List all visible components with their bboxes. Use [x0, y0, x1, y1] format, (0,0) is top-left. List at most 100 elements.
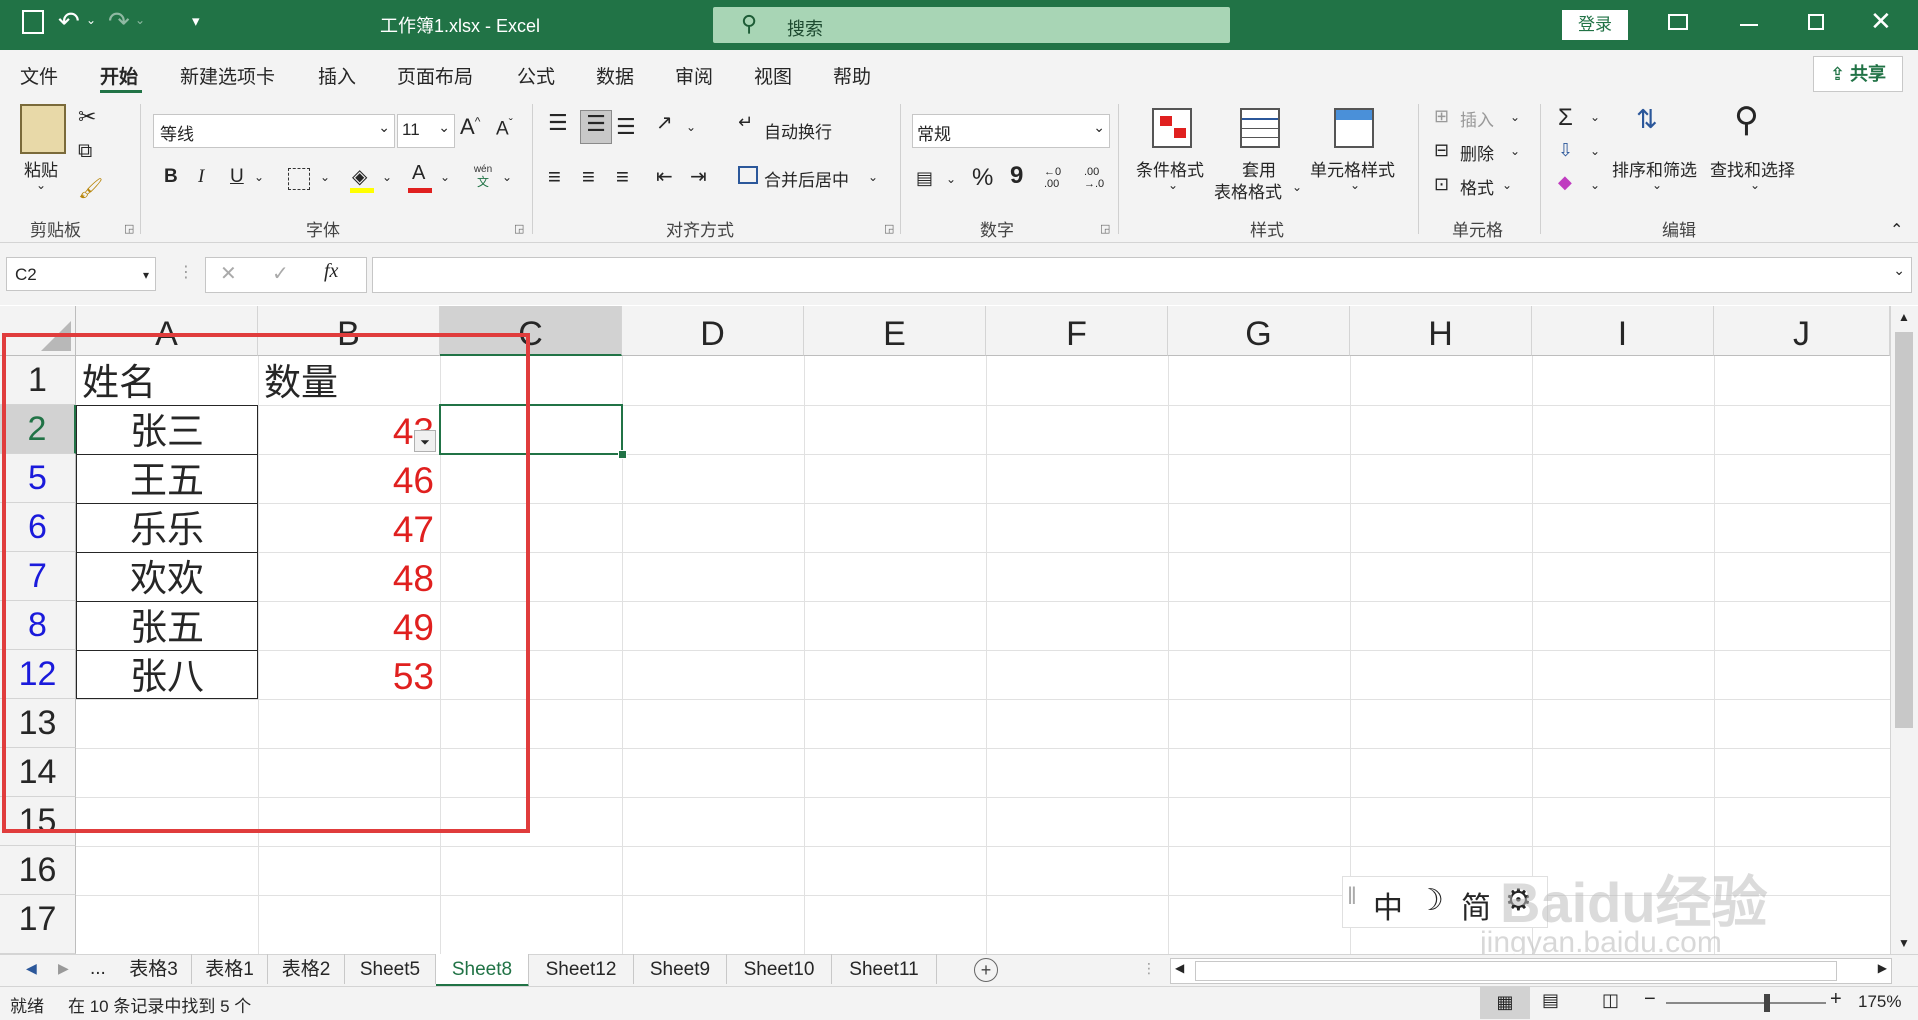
- align-left-icon[interactable]: ≡: [548, 164, 561, 190]
- increase-decimal-button[interactable]: ←0.00: [1044, 166, 1061, 190]
- chevron-down-icon[interactable]: ⌄: [36, 178, 46, 192]
- redo-icon[interactable]: ↷: [108, 6, 130, 37]
- vertical-scrollbar[interactable]: ▲ ▼: [1890, 306, 1918, 954]
- chevron-down-icon[interactable]: ⌄: [868, 170, 878, 184]
- tab-insert[interactable]: 插入: [318, 62, 356, 89]
- tab-review[interactable]: 审阅: [675, 62, 713, 89]
- ime-moon-icon[interactable]: ☽: [1417, 883, 1444, 918]
- decrease-font-button[interactable]: Aˇ: [496, 116, 513, 140]
- scroll-thumb[interactable]: [1895, 332, 1913, 728]
- merge-center-icon[interactable]: [738, 166, 758, 184]
- scroll-left-icon[interactable]: ◀: [26, 960, 37, 977]
- dialog-launcher-icon[interactable]: ◲: [124, 222, 134, 235]
- cut-icon[interactable]: ✂: [78, 104, 96, 130]
- tab-file[interactable]: 文件: [20, 62, 58, 89]
- chevron-down-icon[interactable]: ⌄: [1168, 178, 1178, 192]
- ime-simplified-mode[interactable]: 简: [1461, 883, 1491, 927]
- align-middle-icon[interactable]: ☰: [580, 110, 612, 144]
- column-header-g[interactable]: G: [1168, 306, 1350, 356]
- fill-handle[interactable]: [618, 450, 627, 459]
- increase-indent-icon[interactable]: ⇥: [690, 164, 707, 189]
- zoom-in-button[interactable]: +: [1830, 988, 1842, 1011]
- align-center-icon[interactable]: ≡: [582, 164, 595, 190]
- zoom-slider-thumb[interactable]: [1764, 994, 1770, 1012]
- collapse-ribbon-icon[interactable]: ⌃: [1890, 220, 1903, 240]
- normal-view-icon[interactable]: ▦: [1480, 986, 1530, 1019]
- italic-button[interactable]: I: [198, 166, 204, 188]
- formula-input[interactable]: ⌄: [372, 257, 1912, 293]
- enter-icon[interactable]: ✓: [272, 261, 289, 286]
- insert-cells-button[interactable]: 插入: [1460, 106, 1494, 131]
- ime-handle-icon[interactable]: ‖: [1347, 883, 1357, 911]
- tab-data[interactable]: 数据: [596, 62, 634, 89]
- share-button[interactable]: ⇪ 共享: [1813, 56, 1903, 92]
- find-select-icon[interactable]: ⚲: [1734, 100, 1759, 140]
- zoom-slider[interactable]: [1666, 1002, 1826, 1004]
- tab-new[interactable]: 新建选项卡: [180, 62, 275, 89]
- column-header-h[interactable]: H: [1350, 306, 1532, 356]
- column-header-f[interactable]: F: [986, 306, 1168, 356]
- column-header-e[interactable]: E: [804, 306, 986, 356]
- restore-icon[interactable]: [1808, 14, 1824, 30]
- column-header-i[interactable]: I: [1532, 306, 1714, 356]
- conditional-format-icon[interactable]: [1152, 108, 1192, 148]
- clear-icon[interactable]: ◆: [1558, 172, 1572, 193]
- chevron-down-icon[interactable]: ⌄: [382, 170, 392, 184]
- add-sheet-icon[interactable]: +: [974, 958, 998, 982]
- font-size-select[interactable]: 11 ⌄: [397, 114, 455, 148]
- align-top-icon[interactable]: ☰: [548, 110, 568, 136]
- horizontal-scrollbar[interactable]: ◀ ▶: [1170, 958, 1892, 984]
- font-family-select[interactable]: 等线 ⌄: [153, 114, 395, 148]
- chevron-down-icon[interactable]: ⌄: [1590, 144, 1600, 158]
- undo-icon[interactable]: ↶: [58, 6, 80, 37]
- chevron-down-icon[interactable]: ⌄: [1502, 178, 1512, 192]
- sheet-tab-active[interactable]: Sheet8: [436, 954, 529, 987]
- wrap-text-icon[interactable]: ↵: [738, 112, 753, 133]
- chevron-down-icon[interactable]: ⌄: [1510, 110, 1520, 124]
- zoom-level[interactable]: 175%: [1858, 992, 1901, 1012]
- autosum-icon[interactable]: Σ: [1558, 104, 1573, 132]
- sheet-tab[interactable]: Sheet11: [832, 954, 937, 984]
- merge-center-button[interactable]: 合并后居中: [764, 166, 849, 191]
- tab-help[interactable]: 帮助: [833, 62, 871, 89]
- decrease-decimal-button[interactable]: .00 →.0: [1084, 166, 1104, 190]
- tab-page-layout[interactable]: 页面布局: [397, 62, 473, 89]
- fill-icon[interactable]: ⇩: [1558, 140, 1573, 161]
- scroll-up-icon[interactable]: ▲: [1898, 310, 1910, 324]
- save-icon[interactable]: [22, 10, 44, 34]
- chevron-down-icon[interactable]: ⌄: [1350, 178, 1360, 192]
- login-button[interactable]: 登录: [1562, 10, 1628, 40]
- number-format-select[interactable]: 常规 ⌄: [912, 114, 1110, 148]
- wrap-text-button[interactable]: 自动换行: [764, 118, 832, 143]
- name-box[interactable]: C2 ▾: [6, 257, 156, 291]
- format-table-label-2[interactable]: 表格格式: [1214, 178, 1282, 203]
- tab-view[interactable]: 视图: [754, 62, 792, 89]
- sort-filter-icon[interactable]: ⇅: [1636, 104, 1658, 135]
- scroll-down-icon[interactable]: ▼: [1898, 936, 1910, 950]
- format-cells-button[interactable]: 格式: [1460, 174, 1494, 199]
- phonetic-icon[interactable]: wén 文: [472, 164, 494, 190]
- minimize-icon[interactable]: [1740, 24, 1758, 26]
- search-box[interactable]: ⚲ 搜索: [713, 7, 1230, 43]
- delete-cells-icon[interactable]: ⊟: [1434, 140, 1449, 161]
- sheet-tab[interactable]: 表格2: [268, 954, 345, 984]
- format-painter-icon[interactable]: 🖌: [78, 176, 103, 201]
- scroll-right-icon[interactable]: ▶: [58, 960, 69, 977]
- sheet-tab[interactable]: Sheet5: [345, 954, 436, 984]
- format-cells-icon[interactable]: ⊡: [1434, 174, 1449, 195]
- chevron-down-icon[interactable]: ⌄: [1292, 180, 1302, 194]
- insert-cells-icon[interactable]: ⊞: [1434, 106, 1449, 127]
- format-table-icon[interactable]: [1240, 108, 1280, 148]
- increase-font-button[interactable]: A^: [460, 114, 480, 140]
- tab-formulas[interactable]: 公式: [517, 62, 555, 89]
- chevron-down-icon[interactable]: ⌄: [1590, 110, 1600, 124]
- page-break-view-icon[interactable]: ◫: [1602, 990, 1619, 1011]
- copy-icon[interactable]: ⧉: [78, 140, 92, 163]
- underline-button[interactable]: U: [230, 166, 244, 188]
- sheet-tab[interactable]: Sheet12: [529, 954, 634, 984]
- chevron-down-icon[interactable]: ⌄: [502, 170, 512, 184]
- scroll-thumb[interactable]: [1195, 961, 1837, 981]
- align-right-icon[interactable]: ≡: [616, 164, 629, 190]
- chevron-down-icon[interactable]: ⌄: [135, 13, 145, 27]
- row-header-16[interactable]: 16: [0, 846, 76, 895]
